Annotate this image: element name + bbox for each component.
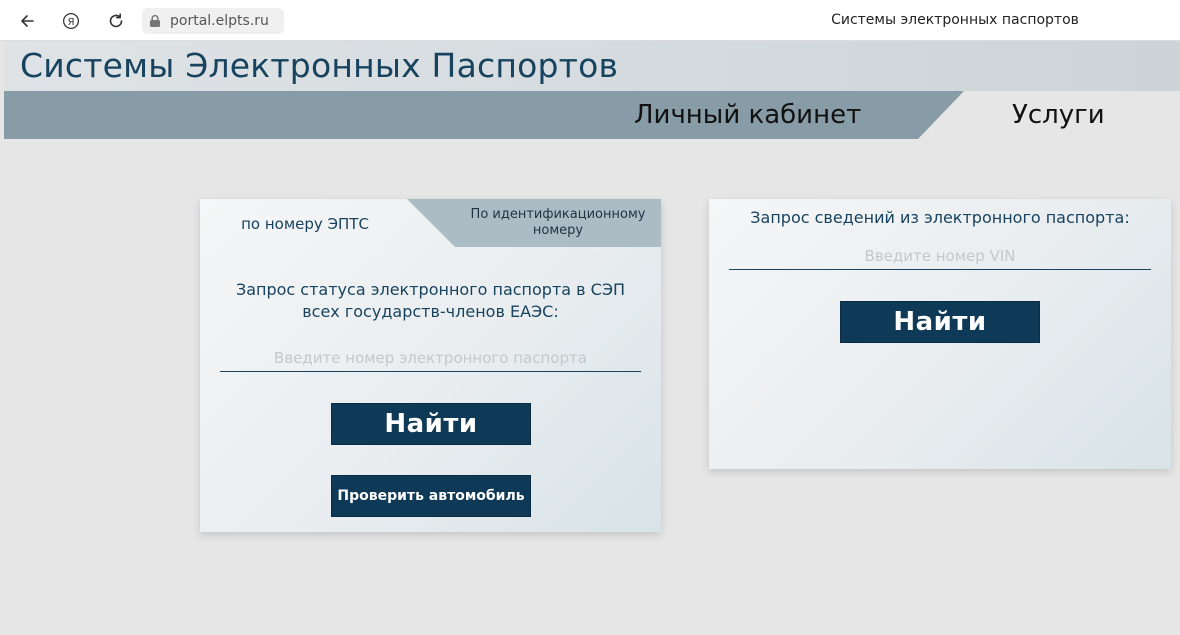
tab-by-id-number-label: По идентификационному номеру (470, 207, 646, 238)
vin-request-text: Запрос сведений из электронного паспорта… (750, 208, 1130, 227)
back-icon[interactable] (14, 8, 40, 34)
tab-by-epts-number[interactable]: по номеру ЭПТС (200, 199, 410, 249)
yandex-icon[interactable]: Я (58, 8, 84, 34)
status-request-line2: всех государств-членов ЕАЭС: (302, 302, 559, 321)
nav-link-services[interactable]: Услуги (1012, 100, 1105, 130)
reload-icon[interactable] (103, 8, 129, 34)
vin-find-button[interactable]: Найти (840, 301, 1040, 343)
address-bar[interactable]: portal.elpts.ru (142, 8, 284, 34)
status-request-text: Запрос статуса электронного паспорта в С… (220, 279, 641, 323)
tab-by-id-number[interactable]: По идентификационному номеру (407, 199, 661, 247)
nav-link-cabinet[interactable]: Личный кабинет (634, 100, 861, 130)
find-button[interactable]: Найти (331, 403, 531, 445)
vin-request-card: Запрос сведений из электронного паспорта… (709, 199, 1171, 469)
status-request-line1: Запрос статуса электронного паспорта в С… (235, 280, 626, 299)
url-text: portal.elpts.ru (170, 13, 269, 29)
site-nav: Личный кабинет Услуги (4, 91, 1180, 139)
site-title[interactable]: Системы Электронных Паспортов (20, 46, 618, 85)
site-header: Системы Электронных Паспортов (4, 41, 1180, 91)
browser-toolbar: Я portal.elpts.ru Системы электронных па… (0, 0, 1180, 41)
check-car-button[interactable]: Проверить автомобиль (331, 475, 531, 517)
vin-input[interactable] (729, 242, 1151, 270)
passport-number-input[interactable] (220, 344, 641, 372)
epts-status-card: по номеру ЭПТС По идентификационному ном… (200, 199, 661, 532)
lock-icon (150, 14, 160, 27)
browser-tab-title: Системы электронных паспортов (831, 12, 1079, 28)
svg-text:Я: Я (68, 17, 75, 28)
